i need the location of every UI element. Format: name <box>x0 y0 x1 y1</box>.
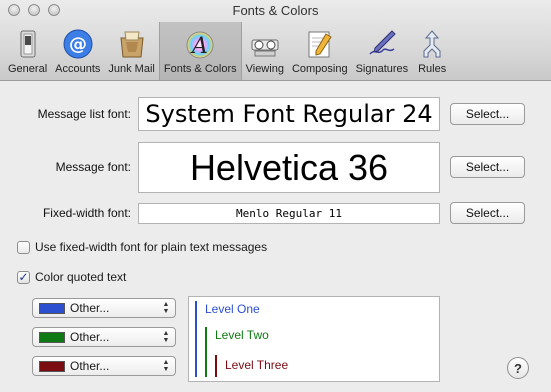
preferences-toolbar: General @ Accounts Junk Mail A Fonts & C… <box>4 22 452 80</box>
color-quoted-text-option[interactable]: ✓ Color quoted text <box>17 270 126 284</box>
help-button[interactable]: ? <box>507 357 529 379</box>
tab-composing[interactable]: Composing <box>288 22 352 80</box>
level-two-color-popup[interactable]: Other... ▲ ▼ <box>32 327 176 347</box>
level-one-color-popup[interactable]: Other... ▲ ▼ <box>32 298 176 318</box>
message-list-font-select-button[interactable]: Select... <box>450 103 525 125</box>
tab-accounts-label: Accounts <box>55 63 101 75</box>
junk-mail-icon <box>120 31 144 58</box>
fonts-colors-icon: A <box>186 31 214 59</box>
tab-signatures-label: Signatures <box>355 63 409 75</box>
tab-accounts[interactable]: @ Accounts <box>51 22 104 80</box>
message-list-font-field: System Font Regular 24 <box>138 97 440 131</box>
rules-arrows-icon <box>423 30 441 58</box>
svg-text:@: @ <box>69 34 87 55</box>
fixed-width-font-field: Menlo Regular 11 <box>138 203 440 224</box>
tab-rules-label: Rules <box>418 63 447 75</box>
tab-composing-label: Composing <box>291 63 348 75</box>
svg-text:A: A <box>190 34 208 59</box>
color-quoted-text-label: Color quoted text <box>35 270 127 284</box>
level-three-color-popup[interactable]: Other... ▲ ▼ <box>32 356 176 376</box>
message-list-font-label: Message list font: <box>37 107 131 121</box>
level-two-color-swatch <box>39 331 65 343</box>
message-font-select-button[interactable]: Select... <box>450 156 525 178</box>
fixed-width-font-select-button[interactable]: Select... <box>450 202 525 224</box>
tab-signatures[interactable]: Signatures <box>352 22 413 80</box>
signatures-pen-icon <box>369 30 396 55</box>
message-font-field: Helvetica 36 <box>138 142 440 193</box>
level-three-color-swatch <box>39 360 65 372</box>
level-one-color-label: Other... <box>70 301 110 315</box>
level-two-color-label: Other... <box>70 330 110 344</box>
quote-level-preview: Level One Level Two Level Three <box>188 296 440 382</box>
tab-junk-mail-label: Junk Mail <box>108 63 155 75</box>
level-three-text: Level Three <box>225 358 289 372</box>
level-one-color-swatch <box>39 302 65 314</box>
composing-pencil-icon <box>308 31 332 58</box>
general-switch-icon <box>20 30 36 58</box>
fixed-width-font-label: Fixed-width font: <box>42 206 131 220</box>
tab-fonts-colors-label: Fonts & Colors <box>163 63 237 75</box>
accounts-at-icon: @ <box>63 29 93 59</box>
tab-general-label: General <box>8 63 48 75</box>
message-font-label: Message font: <box>55 160 131 174</box>
tab-fonts-colors[interactable]: A Fonts & Colors <box>158 22 242 80</box>
fixed-width-plain-text-label: Use fixed-width font for plain text mess… <box>35 240 268 254</box>
level-three-preview: Level Three <box>215 355 288 377</box>
fixed-width-plain-text-checkbox[interactable] <box>17 240 30 254</box>
viewing-glasses-icon <box>251 39 279 57</box>
tab-viewing-label: Viewing <box>245 63 284 75</box>
chevron-up-down-icon: ▲ ▼ <box>162 359 170 373</box>
level-two-text: Level Two <box>215 328 269 342</box>
fixed-width-plain-text-option[interactable]: Use fixed-width font for plain text mess… <box>17 240 267 254</box>
preferences-window: Fonts & Colors General @ Accounts Junk M… <box>0 0 551 392</box>
level-three-color-label: Other... <box>70 359 110 373</box>
window-title: Fonts & Colors <box>232 3 319 18</box>
tab-viewing[interactable]: Viewing <box>242 22 288 80</box>
tab-rules[interactable]: Rules <box>412 22 452 80</box>
chevron-up-down-icon: ▲ ▼ <box>162 301 170 315</box>
window-chrome: Fonts & Colors General @ Accounts Junk M… <box>0 0 551 81</box>
level-one-text: Level One <box>205 302 260 316</box>
chevron-up-down-icon: ▲ ▼ <box>162 330 170 344</box>
tab-junk-mail[interactable]: Junk Mail <box>104 22 158 80</box>
tab-general[interactable]: General <box>4 22 51 80</box>
color-quoted-text-checkbox[interactable]: ✓ <box>17 270 30 284</box>
